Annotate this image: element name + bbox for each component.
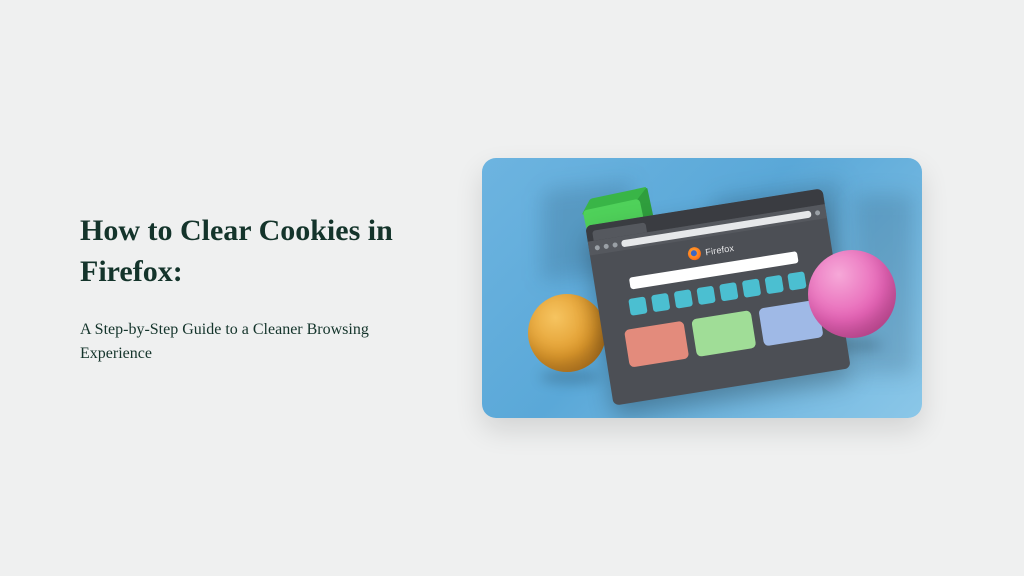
article-title: How to Clear Cookies in Firefox:	[80, 211, 420, 292]
text-column: How to Clear Cookies in Firefox: A Step-…	[80, 211, 420, 364]
article-subtitle: A Step-by-Step Guide to a Cleaner Browsi…	[80, 318, 420, 364]
top-site-tile	[742, 278, 761, 297]
browser-brand: Firefox	[687, 241, 735, 261]
nav-reload-icon	[612, 242, 618, 248]
firefox-logo-icon	[687, 246, 702, 261]
browser-brand-name: Firefox	[705, 242, 735, 256]
orange-sphere-icon	[528, 294, 606, 372]
pink-sphere-icon	[808, 250, 896, 338]
hero-illustration: Firefox	[482, 158, 922, 418]
top-site-tile	[628, 296, 647, 315]
illustration-column: Firefox	[460, 158, 944, 418]
top-site-tile	[765, 275, 784, 294]
top-site-tile	[719, 282, 738, 301]
top-site-tile	[696, 286, 715, 305]
content-card	[624, 321, 689, 368]
top-site-tile	[651, 293, 670, 312]
article-hero-block: How to Clear Cookies in Firefox: A Step-…	[80, 158, 944, 418]
content-card	[691, 310, 756, 357]
nav-back-icon	[594, 244, 600, 250]
top-site-tile	[787, 271, 806, 290]
shadow	[540, 370, 600, 384]
menu-icon	[815, 210, 821, 216]
top-site-tile	[674, 289, 693, 308]
nav-forward-icon	[603, 243, 609, 249]
